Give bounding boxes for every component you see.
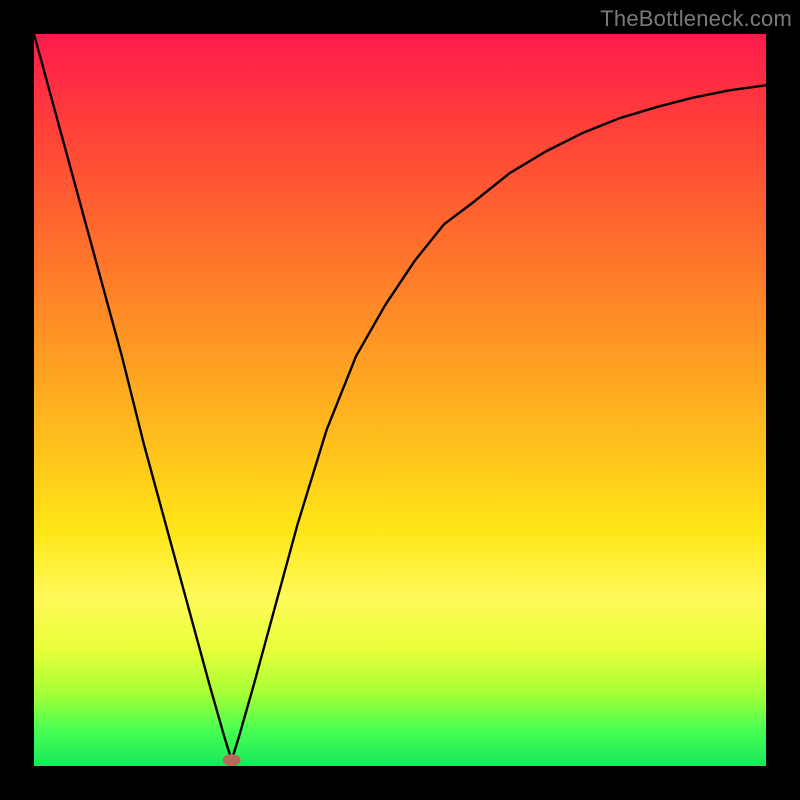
- watermark-text: TheBottleneck.com: [600, 6, 792, 32]
- chart-svg: [34, 34, 766, 766]
- bottleneck-curve-line: [34, 34, 766, 760]
- plot-area: [34, 34, 766, 766]
- minimum-marker-icon: [223, 754, 241, 766]
- chart-frame: TheBottleneck.com: [0, 0, 800, 800]
